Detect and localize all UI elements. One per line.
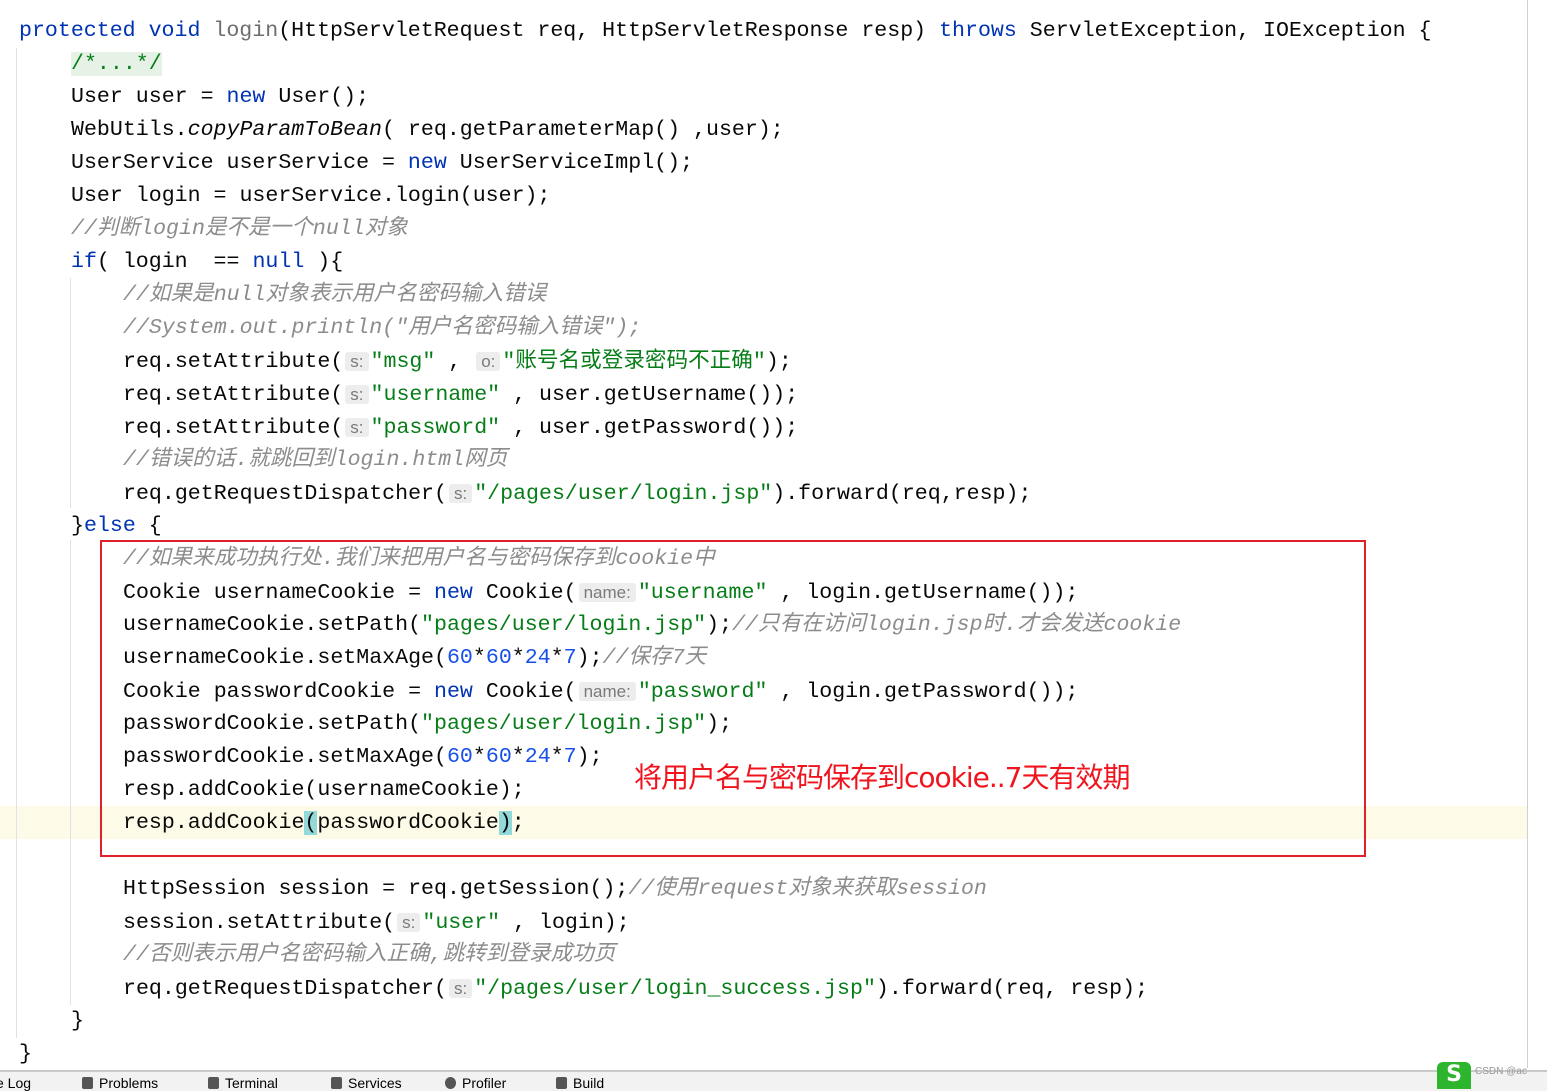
code-token: UserService userService =: [71, 151, 408, 175]
code-token: User user =: [71, 85, 227, 109]
code-token: UserServiceImpl();: [446, 151, 694, 175]
code-line: req.setAttribute(s: "msg" , o: "账号名或登录密码不正…: [123, 345, 792, 378]
code-token: }: [19, 1042, 32, 1066]
code-line: //System.out.println("用户名密码输入错误");: [123, 312, 641, 345]
parameter-hint: s:: [397, 913, 421, 932]
code-token: {: [135, 514, 162, 538]
parameter-hint: s:: [345, 418, 369, 437]
code-line: session.setAttribute(s: "user" , login);: [123, 906, 630, 939]
parameter-hint: s:: [345, 352, 369, 371]
code-line: }: [19, 1038, 32, 1071]
code-line: //错误的话.就跳回到login.html网页: [123, 444, 507, 477]
code-token: else: [83, 514, 136, 538]
code-token: req.getRequestDispatcher(: [123, 482, 447, 506]
code-line: //否则表示用户名密码输入正确,跳转到登录成功页: [123, 939, 615, 972]
code-token: "账号名或登录密码不正确": [502, 350, 766, 374]
code-token: //System.out.println("用户名密码输入错误");: [123, 316, 642, 340]
code-token: //错误的话.就跳回到login.html网页: [123, 448, 508, 472]
code-token: , user.getUsername());: [500, 383, 799, 407]
code-token: , login);: [500, 911, 630, 935]
code-token: new: [407, 151, 447, 175]
code-line: protected void login(HttpServletRequest …: [19, 15, 1432, 48]
tool-window-bar: e Log Problems Terminal Services Profile…: [0, 1070, 1547, 1091]
watermark-text: CSDN @ac: [1475, 1066, 1527, 1077]
code-token: ServletException, IOException {: [1016, 19, 1432, 43]
code-token: ( req.getParameterMap() ,user);: [382, 118, 784, 142]
code-token: session.setAttribute(: [123, 911, 396, 935]
code-token: //如果是null对象表示用户名密码输入错误: [123, 283, 547, 307]
code-token: //否则表示用户名密码输入正确,跳转到登录成功页: [123, 943, 616, 967]
watermark-logo: S CSDN @ac: [1437, 1060, 1537, 1089]
code-line: WebUtils.copyParamToBean( req.getParamet…: [71, 114, 784, 147]
code-token: WebUtils.: [71, 118, 188, 142]
code-line: req.getRequestDispatcher(s: "/pages/user/…: [123, 972, 1148, 1005]
code-token: ,: [435, 350, 475, 374]
code-token: throws: [939, 19, 1017, 43]
code-line: }else {: [71, 510, 162, 543]
code-token: login: [213, 19, 279, 43]
code-line: /*...*/: [71, 48, 162, 81]
code-token: if: [71, 250, 97, 274]
profiler-icon: [445, 1077, 456, 1089]
code-line: req.getRequestDispatcher(s: "/pages/user/…: [123, 477, 1031, 510]
parameter-hint: s:: [448, 484, 473, 503]
parameter-hint: s:: [448, 979, 473, 998]
code-token: }: [71, 1009, 84, 1033]
code-line: UserService userService = new UserServic…: [71, 147, 693, 180]
code-token: "/pages/user/login_success.jsp": [474, 977, 876, 1001]
services-icon: [331, 1077, 342, 1089]
indent-guide: [70, 540, 71, 1005]
code-token: protected void: [19, 19, 214, 43]
editor-right-margin: [1527, 0, 1528, 1068]
code-token: //使用request对象来获取session: [628, 877, 987, 901]
code-token: , user.getPassword());: [500, 416, 799, 440]
code-line: //判断login是不是一个null对象: [71, 213, 408, 246]
code-line: req.setAttribute(s: "username" , user.get…: [123, 378, 798, 411]
annotation-box: [100, 540, 1366, 857]
code-token: ( login ==: [96, 250, 253, 274]
code-editor[interactable]: protected void login(HttpServletRequest …: [0, 0, 1527, 1068]
code-line: HttpSession session = req.getSession();/…: [123, 873, 987, 906]
terminal-icon: [208, 1077, 219, 1089]
code-token: req.setAttribute(: [123, 416, 344, 440]
code-line: User user = new User();: [71, 81, 369, 114]
code-token: ){: [304, 250, 344, 274]
code-token: (HttpServletRequest req, HttpServletResp…: [278, 19, 940, 43]
code-token: req.setAttribute(: [123, 350, 344, 374]
problems-icon: [82, 1077, 93, 1089]
code-line: req.setAttribute(s: "password" , user.get…: [123, 411, 798, 444]
code-token: "password": [370, 416, 501, 440]
indent-guide: [16, 48, 17, 1038]
code-token: ).forward(req, resp);: [875, 977, 1149, 1001]
code-token: /*...*/: [71, 52, 162, 76]
code-token: HttpSession session = req.getSession();: [123, 877, 629, 901]
code-line: //如果是null对象表示用户名密码输入错误: [123, 279, 546, 312]
code-line: User login = userService.login(user);: [71, 180, 550, 213]
code-token: }: [71, 514, 84, 538]
annotation-text: 将用户名与密码保存到cookie..7天有效期: [634, 761, 1130, 794]
code-token: User login = userService.login(user);: [71, 184, 551, 208]
code-token: ).forward(req,resp);: [772, 482, 1032, 506]
sogou-icon: S: [1437, 1062, 1471, 1089]
code-token: //判断login是不是一个null对象: [71, 217, 408, 241]
code-line: }: [71, 1005, 84, 1038]
code-token: "user": [422, 911, 501, 935]
indent-guide: [70, 278, 71, 508]
code-line: if( login == null ){: [71, 246, 343, 279]
code-token: User();: [265, 85, 370, 109]
code-token: null: [252, 250, 305, 274]
parameter-hint: o:: [476, 352, 501, 371]
code-token: req.setAttribute(: [123, 383, 344, 407]
code-token: "username": [370, 383, 501, 407]
code-token: copyParamToBean: [187, 118, 383, 142]
code-token: "/pages/user/login.jsp": [474, 482, 773, 506]
build-icon: [556, 1077, 567, 1089]
code-token: "msg": [370, 350, 436, 374]
code-token: );: [765, 350, 792, 374]
code-token: req.getRequestDispatcher(: [123, 977, 447, 1001]
code-token: new: [226, 85, 266, 109]
parameter-hint: s:: [345, 385, 369, 404]
